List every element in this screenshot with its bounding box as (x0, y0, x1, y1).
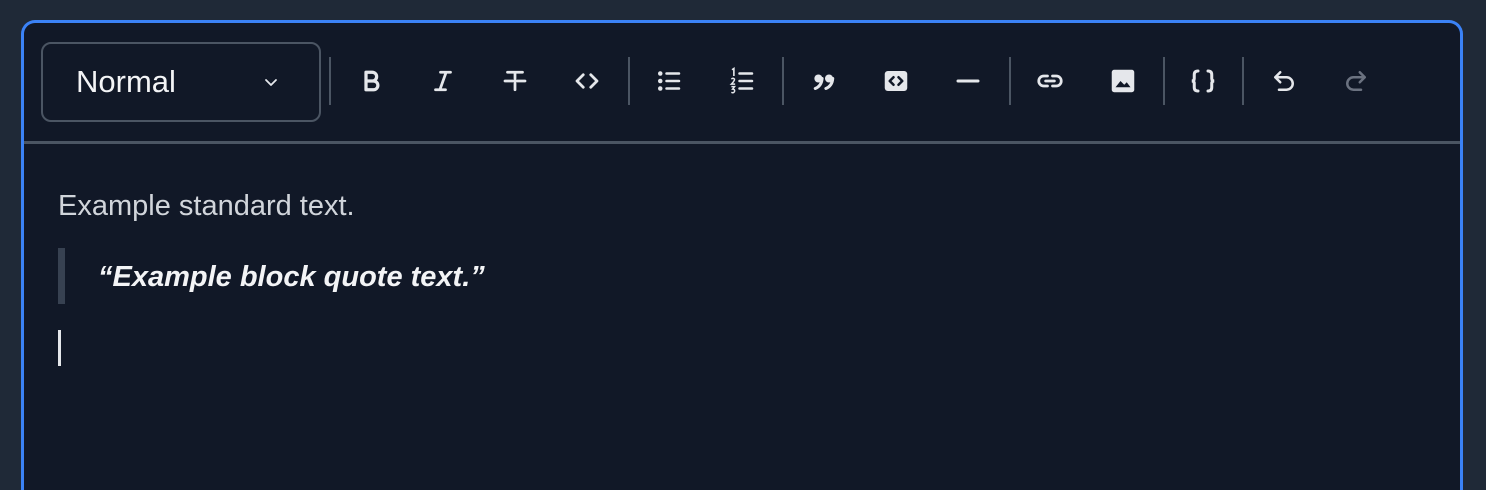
blockquote-text: “Example block quote text.” (98, 261, 485, 293)
block-type-value: Normal (76, 64, 176, 99)
italic-button[interactable] (421, 59, 465, 103)
horizontal-rule-icon (953, 66, 983, 96)
braces-icon (1188, 66, 1218, 96)
code-icon (572, 66, 602, 96)
toolbar-separator (329, 57, 331, 105)
image-button[interactable] (1101, 59, 1145, 103)
link-icon (1035, 66, 1065, 96)
strikethrough-button[interactable] (493, 59, 537, 103)
image-icon (1108, 66, 1138, 96)
numbered-list-icon (727, 66, 757, 96)
bold-button[interactable] (349, 59, 393, 103)
toolbar-separator (628, 57, 630, 105)
toolbar-separator (1009, 57, 1011, 105)
quote-icon (809, 66, 839, 96)
editor-toolbar: Normal (24, 23, 1460, 144)
rich-text-editor: Normal Example standard text. “Example b… (21, 20, 1463, 490)
editor-content[interactable]: Example standard text. “Example block qu… (24, 144, 1460, 490)
code-block-icon (881, 66, 911, 96)
redo-button[interactable] (1334, 59, 1378, 103)
block-quote-button[interactable] (802, 59, 846, 103)
text-caret (58, 330, 61, 366)
toolbar-separator (1163, 57, 1165, 105)
italic-icon (428, 66, 458, 96)
source-button[interactable] (1181, 59, 1225, 103)
paragraph: Example standard text. (58, 190, 355, 222)
toolbar-separator (782, 57, 784, 105)
strikethrough-icon (500, 66, 530, 96)
bold-icon (356, 66, 386, 96)
inline-code-button[interactable] (565, 59, 609, 103)
redo-icon (1341, 66, 1371, 96)
numbered-list-button[interactable] (720, 59, 764, 103)
undo-icon (1269, 66, 1299, 96)
horizontal-rule-button[interactable] (946, 59, 990, 103)
blockquote-bar (58, 248, 65, 304)
bulleted-list-icon (654, 66, 684, 96)
undo-button[interactable] (1262, 59, 1306, 103)
bulleted-list-button[interactable] (647, 59, 691, 103)
toolbar-separator (1242, 57, 1244, 105)
chevron-down-icon (261, 72, 281, 92)
code-block-button[interactable] (874, 59, 918, 103)
link-button[interactable] (1028, 59, 1072, 103)
block-type-select[interactable]: Normal (41, 42, 321, 122)
